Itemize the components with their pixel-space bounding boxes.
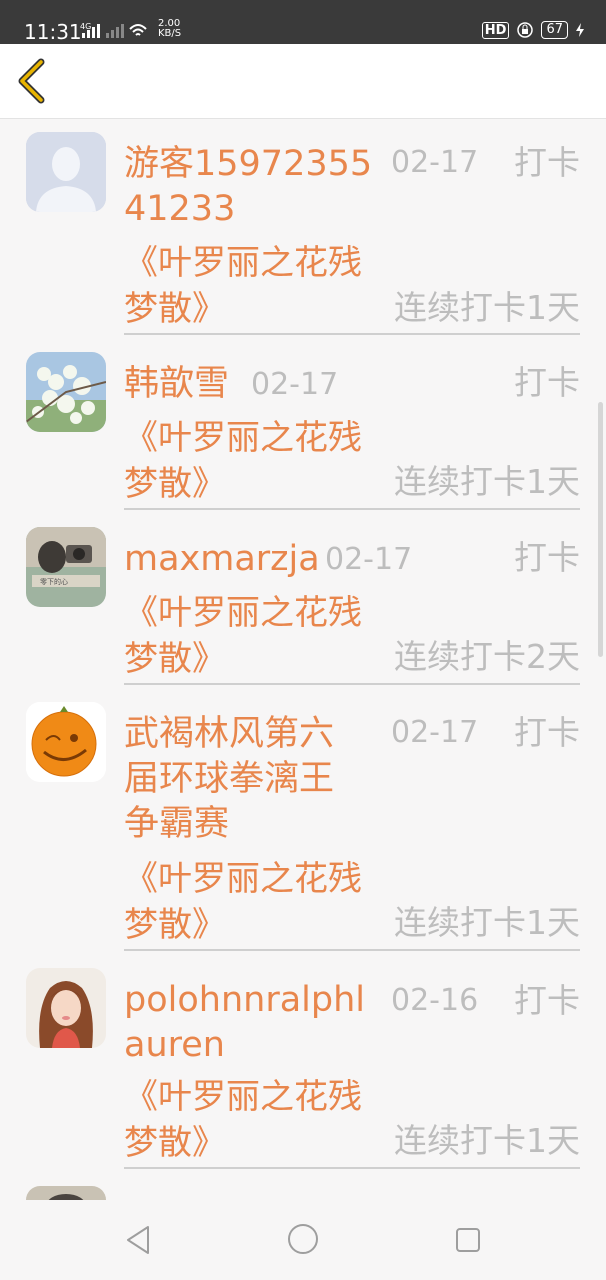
- book-title[interactable]: 《叶罗丽之花残梦散》: [124, 856, 364, 948]
- photo-avatar[interactable]: 零下的心: [26, 527, 106, 607]
- list-item[interactable]: 游客1597235541233 02-17 打卡 《叶罗丽之花残梦散》 连续打卡…: [0, 118, 606, 336]
- scrollbar[interactable]: [598, 402, 603, 657]
- list-item[interactable]: polohnnralphlauren 02-16 打卡 《叶罗丽之花残梦散》 连…: [0, 952, 606, 1172]
- checkin-date: 02-17: [391, 145, 479, 180]
- lock-rotation-icon: [517, 22, 534, 38]
- divider: [124, 333, 580, 335]
- streak-text: 连续打卡1天: [394, 288, 580, 327]
- flower-blossom-avatar[interactable]: [26, 352, 106, 432]
- divider: [124, 1167, 580, 1169]
- checkin-label: 打卡: [514, 538, 580, 577]
- network-speed: 2.00 KB/S: [158, 19, 181, 39]
- list-item[interactable]: 武褐林风第六届环球拳漓王争霸赛 02-17 打卡 《叶罗丽之花残梦散》 连续打卡…: [0, 686, 606, 952]
- checkin-label: 打卡: [514, 363, 580, 402]
- checkin-list[interactable]: 游客1597235541233 02-17 打卡 《叶罗丽之花残梦散》 连续打卡…: [0, 118, 606, 1200]
- user-name[interactable]: polohnnralphlauren: [124, 978, 379, 1068]
- checkin-date: 02-16: [391, 983, 479, 1018]
- toolbar: [0, 44, 606, 119]
- charging-icon: [576, 23, 584, 37]
- hd-icon: HD: [481, 21, 510, 39]
- list-item[interactable]: 韩歆雪 02-17 打卡 《叶罗丽之花残梦散》 连续打卡1天: [0, 336, 606, 511]
- book-title[interactable]: 《叶罗丽之花残梦散》: [124, 1074, 364, 1166]
- checkin-label: 打卡: [514, 143, 580, 182]
- status-time: 11:31: [24, 20, 82, 44]
- network-type-label: 4G: [80, 22, 91, 31]
- default-user-avatar[interactable]: [26, 132, 106, 212]
- square-recent-icon[interactable]: [455, 1227, 481, 1253]
- divider: [124, 949, 580, 951]
- girl-portrait-avatar[interactable]: [26, 968, 106, 1048]
- chevron-left-icon: [18, 58, 45, 104]
- battery-icon: 67: [541, 21, 568, 39]
- streak-text: 连续打卡1天: [394, 462, 580, 501]
- streak-text: 连续打卡1天: [394, 903, 580, 942]
- user-name[interactable]: 游客1597235541233: [124, 142, 374, 232]
- system-nav-bar: [0, 1200, 606, 1280]
- streak-text: 连续打卡1天: [394, 1121, 580, 1160]
- orange-face-avatar[interactable]: [26, 702, 106, 782]
- book-title[interactable]: 《叶罗丽之花残梦散》: [124, 415, 364, 507]
- signal-icon: 4G: [80, 21, 150, 43]
- status-bar: 11:31 4G 2.00 KB/S HD 67: [0, 0, 606, 44]
- streak-text: 连续打卡2天: [394, 637, 580, 676]
- book-title[interactable]: 《叶罗丽之花残梦散》: [124, 590, 364, 682]
- checkin-date: 02-17: [251, 367, 339, 402]
- svg-text:零下的心: 零下的心: [40, 577, 68, 586]
- checkin-date: 02-17: [325, 542, 413, 577]
- status-right-icons: HD 67: [481, 21, 584, 39]
- triangle-back-icon[interactable]: [124, 1224, 152, 1256]
- book-title[interactable]: 《叶罗丽之花残梦散》: [124, 240, 364, 332]
- circle-home-icon[interactable]: [286, 1222, 320, 1256]
- user-name[interactable]: maxmarzja: [124, 537, 324, 582]
- user-name[interactable]: 武褐林风第六届环球拳漓王争霸赛: [124, 712, 364, 847]
- checkin-date: 02-17: [391, 715, 479, 750]
- checkin-label: 打卡: [514, 713, 580, 752]
- speed-unit: KB/S: [158, 28, 182, 39]
- divider: [124, 683, 580, 685]
- divider: [124, 508, 580, 510]
- list-item[interactable]: 零下的心 maxmarzja 02-17 打卡 《叶罗丽之花残梦散》 连续打卡2…: [0, 511, 606, 686]
- next-avatar-partial[interactable]: [26, 1186, 106, 1200]
- back-button[interactable]: [10, 54, 56, 108]
- checkin-label: 打卡: [514, 981, 580, 1020]
